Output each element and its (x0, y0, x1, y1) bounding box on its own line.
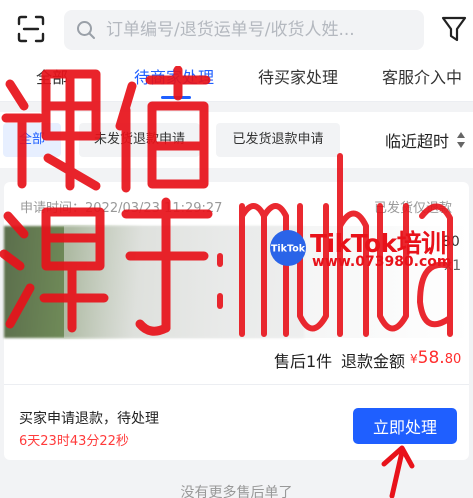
refund-summary: 售后1件 退款金额 ¥58.80 (4, 348, 469, 388)
countdown-timer: 6天23时43分22秒 (19, 434, 129, 449)
status-tabs: 全部 待商家处理 待买家处理 客服介入中 (0, 56, 473, 102)
tab-service-intervention[interactable]: 客服介入中 (382, 64, 462, 88)
chip-shipped-refund[interactable]: 已发货退款申请 (216, 123, 340, 157)
refund-type-status: 已发货仅退款 (374, 201, 453, 216)
filter-chips: 全部 未发货退款申请 已发货退款申请 临近超时 (0, 112, 473, 168)
tab-all[interactable]: 全部 (36, 64, 68, 88)
pending-status-text: 买家申请退款，待处理 (19, 411, 159, 427)
after-sale-count: 售后1件 (274, 352, 333, 371)
card-divider (4, 384, 469, 385)
product-info-blur (64, 226, 469, 338)
handle-now-button[interactable]: 立即处理 (353, 408, 457, 444)
apply-time: 申请时间：2022/03/23 11:29:27 (20, 201, 223, 216)
tab-pending-buyer[interactable]: 待买家处理 (258, 64, 338, 88)
search-input[interactable] (106, 10, 416, 50)
product-quantity: x1 (444, 258, 462, 274)
tab-pending-merchant[interactable]: 待商家处理 (134, 64, 214, 88)
product-price: 80 (442, 234, 460, 250)
sort-arrows-icon[interactable] (456, 131, 466, 149)
chip-unshipped-refund[interactable]: 未发货退款申请 (79, 123, 200, 157)
active-tab-indicator (161, 96, 191, 99)
filter-icon[interactable] (440, 14, 468, 44)
currency-symbol: ¥ (410, 352, 418, 366)
after-sale-order-card[interactable]: 申请时间：2022/03/23 11:29:27 已发货仅退款 80 x1 售后… (4, 182, 469, 460)
no-more-orders-text: 没有更多售后单了 (180, 485, 293, 498)
amount-integer: 58. (417, 348, 445, 368)
search-icon (77, 21, 95, 39)
refund-amount: ¥58.80 (410, 348, 461, 368)
scan-icon[interactable] (16, 14, 46, 44)
search-box[interactable] (64, 10, 424, 50)
chip-all[interactable]: 全部 (3, 123, 61, 157)
sort-dropdown[interactable]: 临近超时 (385, 128, 449, 152)
refund-amount-label: 退款金额 (341, 352, 406, 371)
top-bar (0, 0, 473, 56)
amount-decimal: 80 (444, 352, 462, 367)
